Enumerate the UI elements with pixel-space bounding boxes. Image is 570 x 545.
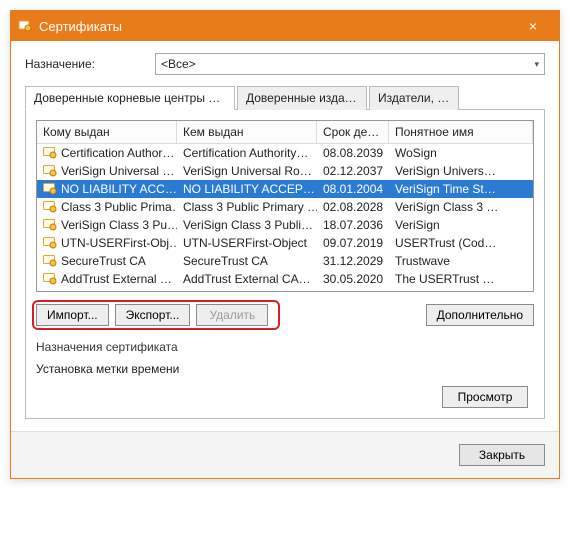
table-row[interactable]: Class 3 Public Prima…Class 3 Public Prim…	[37, 198, 533, 216]
cell-expires: 30.05.2020	[317, 271, 389, 287]
cell-friendly: Thawte Timesta…	[389, 289, 533, 291]
cell-issued-by: UTN-USERFirst-Object	[177, 235, 317, 251]
certificate-icon	[43, 165, 57, 177]
cell-issued-by: Class 3 Public Primary …	[177, 199, 317, 215]
table-row[interactable]: SecureTrust CASecureTrust CA31.12.2029Tr…	[37, 252, 533, 270]
close-button[interactable]: ×	[513, 11, 553, 41]
col-friendly[interactable]: Понятное имя	[389, 121, 533, 143]
import-button[interactable]: Импорт...	[36, 304, 109, 326]
table-row[interactable]: NO LIABILITY ACC…NO LIABILITY ACCEP…08.0…	[37, 180, 533, 198]
cell-expires: 18.07.2036	[317, 217, 389, 233]
cell-expires: 31.12.2029	[317, 253, 389, 269]
certificate-icon	[43, 255, 57, 267]
purpose-value: <Все>	[161, 57, 196, 71]
cell-issued-to: SecureTrust CA	[37, 253, 177, 269]
cell-expires: 02.08.2028	[317, 199, 389, 215]
tab-panel: Кому выдан Кем выдан Срок де… Понятное и…	[25, 110, 545, 419]
tab-strip: Доверенные корневые центры сертификацииД…	[25, 85, 545, 110]
close-dialog-button[interactable]: Закрыть	[459, 444, 545, 466]
cell-expires: 08.08.2039	[317, 145, 389, 161]
export-button[interactable]: Экспорт...	[115, 304, 191, 326]
cell-issued-to: VeriSign Class 3 Pu…	[37, 217, 177, 233]
remove-button: Удалить	[196, 304, 268, 326]
tab-0[interactable]: Доверенные корневые центры сертификации	[25, 86, 235, 110]
table-row[interactable]: Certification Author…Certification Autho…	[37, 144, 533, 162]
tab-2[interactable]: Издатели, не	[369, 86, 459, 110]
cell-issued-to: VeriSign Universal …	[37, 163, 177, 179]
table-row[interactable]: Thawte Timestampi…Thawte Timestamping …0…	[37, 288, 533, 291]
view-button[interactable]: Просмотр	[442, 386, 528, 408]
close-icon: ×	[529, 18, 537, 34]
title-bar: Сертификаты ×	[11, 11, 559, 41]
cell-expires: 02.12.2037	[317, 163, 389, 179]
table-row[interactable]: VeriSign Class 3 Pu…VeriSign Class 3 Pub…	[37, 216, 533, 234]
table-row[interactable]: VeriSign Universal …VeriSign Universal R…	[37, 162, 533, 180]
cell-issued-by: VeriSign Class 3 Publi…	[177, 217, 317, 233]
cell-issued-by: AddTrust External CA…	[177, 271, 317, 287]
certificate-icon	[43, 201, 57, 213]
purpose-row: Назначение: <Все> ▾	[25, 53, 545, 75]
cell-expires: 09.07.2019	[317, 235, 389, 251]
cell-issued-to: AddTrust External …	[37, 271, 177, 287]
tab-1[interactable]: Доверенные издатели	[237, 86, 367, 110]
cell-issued-to: UTN-USERFirst-Obj…	[37, 235, 177, 251]
purpose-label: Назначение:	[25, 57, 155, 71]
certificate-icon	[43, 237, 57, 249]
cell-issued-by: NO LIABILITY ACCEP…	[177, 181, 317, 197]
chevron-down-icon: ▾	[534, 59, 539, 70]
col-expires[interactable]: Срок де…	[317, 121, 389, 143]
table-row[interactable]: UTN-USERFirst-Obj…UTN-USERFirst-Object09…	[37, 234, 533, 252]
cell-issued-to: Certification Author…	[37, 145, 177, 161]
dialog-body: Назначение: <Все> ▾ Доверенные корневые …	[11, 41, 559, 431]
cell-issued-by: VeriSign Universal Ro…	[177, 163, 317, 179]
cell-friendly: VeriSign	[389, 217, 533, 233]
cell-expires: 01.01.2021	[317, 289, 389, 291]
col-issued-to[interactable]: Кому выдан	[37, 121, 177, 143]
list-header: Кому выдан Кем выдан Срок де… Понятное и…	[37, 121, 533, 144]
certificate-icon	[43, 147, 57, 159]
certificate-icon	[43, 183, 57, 195]
cell-issued-to: NO LIABILITY ACC…	[37, 181, 177, 197]
list-body[interactable]: Certification Author…Certification Autho…	[37, 144, 533, 291]
cert-purpose-section: Назначения сертификата Установка метки в…	[36, 340, 534, 408]
advanced-button[interactable]: Дополнительно	[426, 304, 534, 326]
cert-purpose-label: Назначения сертификата	[36, 340, 534, 354]
window-title: Сертификаты	[39, 19, 513, 34]
cell-friendly: USERTrust (Cod…	[389, 235, 533, 251]
cell-friendly: VeriSign Time St…	[389, 181, 533, 197]
cell-expires: 08.01.2004	[317, 181, 389, 197]
cell-issued-to: Thawte Timestampi…	[37, 289, 177, 291]
certificate-icon	[43, 273, 57, 285]
action-row: Импорт... Экспорт... Удалить Дополнитель…	[36, 304, 534, 326]
cell-friendly: WoSign	[389, 145, 533, 161]
purpose-select[interactable]: <Все> ▾	[155, 53, 545, 75]
cell-issued-by: Certification Authority…	[177, 145, 317, 161]
cell-issued-to: Class 3 Public Prima…	[37, 199, 177, 215]
cell-issued-by: SecureTrust CA	[177, 253, 317, 269]
cell-friendly: VeriSign Class 3 …	[389, 199, 533, 215]
certificate-list[interactable]: Кому выдан Кем выдан Срок де… Понятное и…	[36, 120, 534, 292]
certificate-icon	[17, 18, 33, 34]
table-row[interactable]: AddTrust External …AddTrust External CA……	[37, 270, 533, 288]
cell-friendly: Trustwave	[389, 253, 533, 269]
cell-friendly: VeriSign Univers…	[389, 163, 533, 179]
certificate-icon	[43, 219, 57, 231]
col-issued-by[interactable]: Кем выдан	[177, 121, 317, 143]
certificates-dialog: Сертификаты × Назначение: <Все> ▾ Довере…	[10, 10, 560, 479]
cert-purpose-value: Установка метки времени	[36, 362, 534, 376]
cell-friendly: The USERTrust …	[389, 271, 533, 287]
dialog-footer: Закрыть	[11, 431, 559, 478]
cell-issued-by: Thawte Timestamping …	[177, 289, 317, 291]
